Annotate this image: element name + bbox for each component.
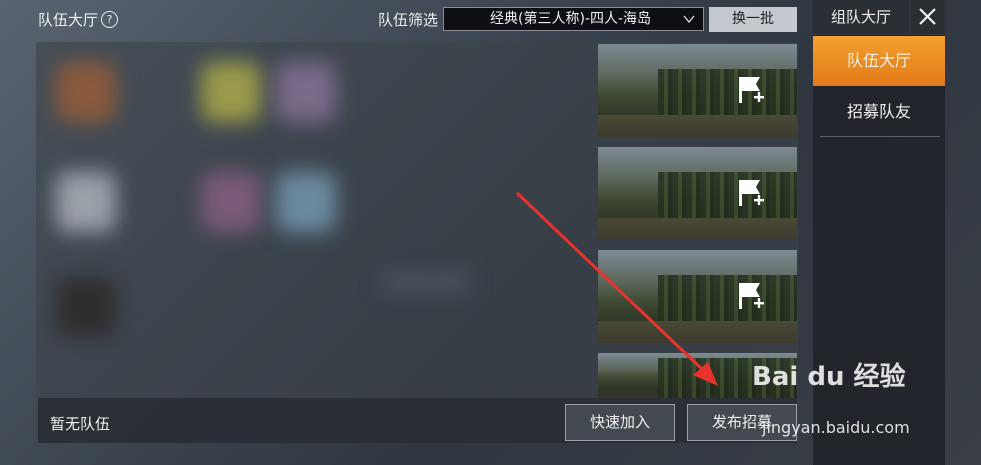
watermark-logo: Bai du 经验 (752, 362, 906, 392)
watermark-url: jingyan.baidu.com (762, 418, 910, 437)
annotation-arrow (515, 191, 718, 386)
